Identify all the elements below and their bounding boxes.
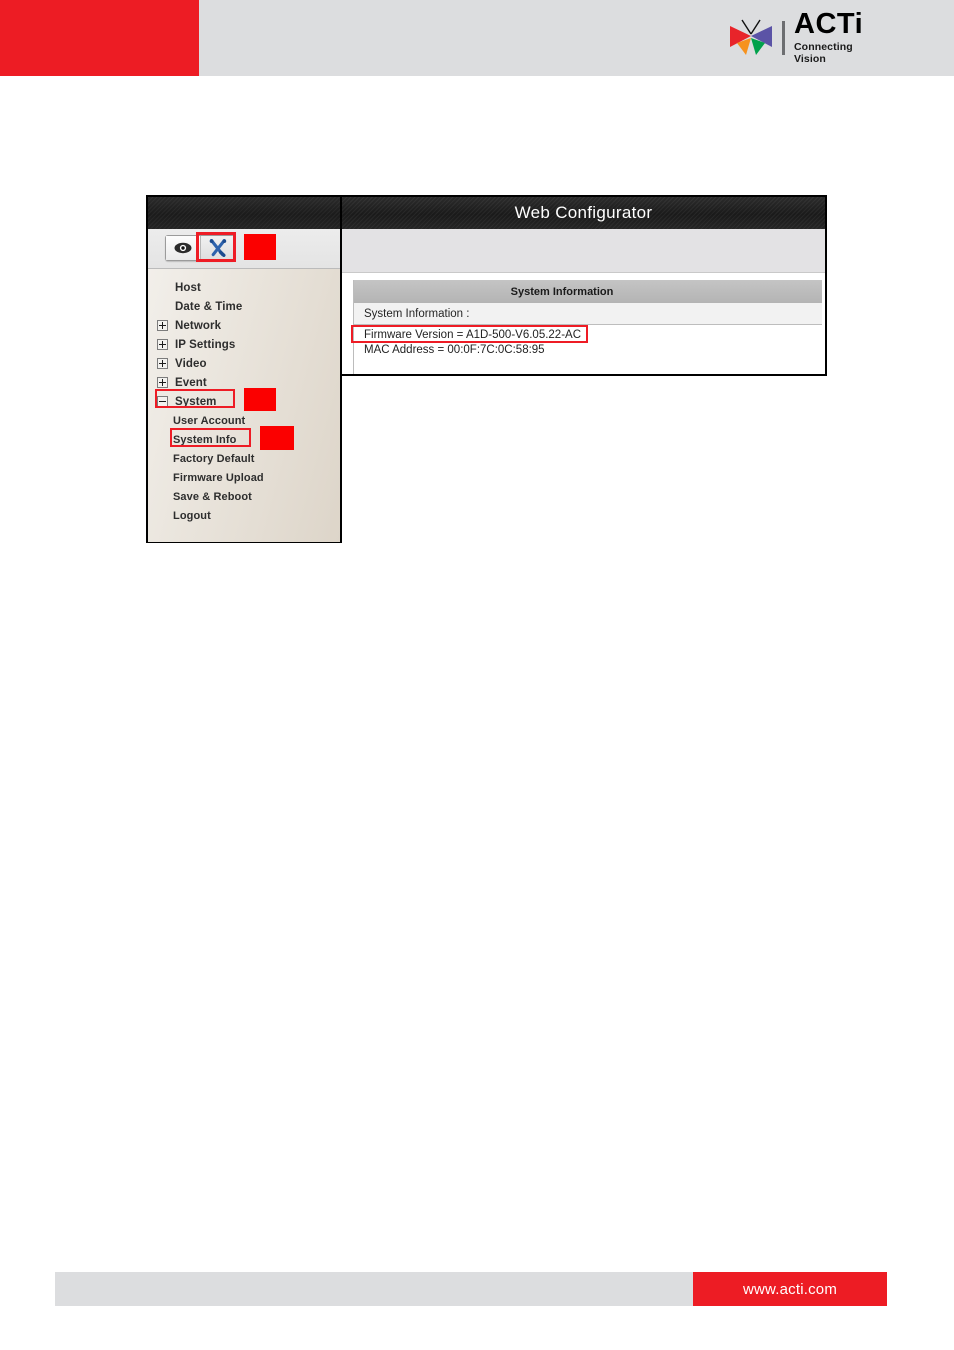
device-panel-toolbar — [148, 229, 340, 269]
collapse-minus-icon[interactable] — [157, 396, 168, 407]
content-panel-subbar — [342, 229, 825, 273]
device-navigation-panel: Host Date & Time Network IP Settings Vid… — [146, 195, 342, 543]
view-mode-button-group — [165, 235, 235, 261]
system-information-card: System Information System Information : … — [351, 280, 822, 374]
mac-address-value: MAC Address = 00:0F:7C:0C:58:95 — [364, 344, 545, 356]
expand-plus-icon[interactable] — [157, 377, 168, 388]
footer-url-text: www.acti.com — [742, 1280, 838, 1298]
menu-item-system-info[interactable]: System Info — [148, 430, 340, 449]
settings-menu-tree: Host Date & Time Network IP Settings Vid… — [148, 269, 340, 542]
card-header-title: System Information — [510, 285, 614, 298]
system-information-card-header: System Information — [354, 280, 822, 303]
menu-item-label: Date & Time — [175, 300, 243, 313]
expand-plus-icon[interactable] — [157, 320, 168, 331]
acti-brand-logo: ACTi Connecting Vision — [728, 8, 878, 65]
firmware-version-value: Firmware Version = A1D-500-V6.05.22-AC — [364, 329, 582, 341]
menu-item-label: Firmware Upload — [173, 471, 264, 484]
settings-button[interactable] — [200, 236, 234, 260]
menu-item-logout[interactable]: Logout — [148, 506, 340, 525]
annotation-marker-1 — [244, 234, 276, 260]
device-panel-titlebar — [148, 197, 340, 229]
menu-item-label: Factory Default — [173, 452, 255, 465]
web-configurator-screenshot: Host Date & Time Network IP Settings Vid… — [146, 195, 828, 544]
page-header: ACTi Connecting Vision — [0, 0, 954, 76]
menu-item-label: Video — [175, 357, 207, 370]
menu-item-ip-settings[interactable]: IP Settings — [148, 335, 340, 354]
content-panel-titlebar: Web Configurator — [342, 197, 825, 229]
menu-item-label: Event — [175, 376, 207, 389]
system-information-section-label: System Information : — [354, 303, 822, 325]
menu-item-video[interactable]: Video — [148, 354, 340, 373]
brand-name: ACTi — [794, 8, 864, 41]
menu-item-label: Network — [175, 319, 222, 332]
menu-item-label: Save & Reboot — [173, 490, 252, 503]
menu-item-factory-default[interactable]: Factory Default — [148, 449, 340, 468]
configurator-content-panel: Web Configurator System Information Syst… — [342, 195, 827, 376]
logo-wordmark: ACTi Connecting Vision — [794, 8, 878, 65]
live-view-button[interactable] — [166, 236, 200, 260]
acti-butterfly-logo-icon — [728, 17, 776, 59]
menu-item-label: Host — [175, 281, 201, 294]
footer-gray-bar — [55, 1272, 693, 1306]
logo-divider — [782, 21, 785, 55]
annotation-marker-2 — [244, 388, 276, 411]
menu-item-label: System Info — [173, 433, 237, 446]
footer-url-block[interactable]: www.acti.com — [693, 1272, 887, 1306]
header-red-banner — [0, 0, 199, 76]
expand-plus-icon[interactable] — [157, 339, 168, 350]
menu-item-date-time[interactable]: Date & Time — [148, 297, 340, 316]
menu-item-label: User Account — [173, 414, 246, 427]
menu-item-user-account[interactable]: User Account — [148, 411, 340, 430]
brand-tagline: Connecting Vision — [794, 40, 853, 65]
system-information-values: Firmware Version = A1D-500-V6.05.22-AC M… — [351, 325, 822, 358]
menu-item-firmware-upload[interactable]: Firmware Upload — [148, 468, 340, 487]
menu-item-network[interactable]: Network — [148, 316, 340, 335]
menu-item-label: System — [175, 395, 217, 408]
menu-item-label: IP Settings — [175, 338, 236, 351]
annotation-marker-3 — [260, 426, 294, 450]
expand-plus-icon[interactable] — [157, 358, 168, 369]
menu-item-host[interactable]: Host — [148, 278, 340, 297]
page-title: Web Configurator — [514, 203, 653, 222]
page-footer: www.acti.com — [55, 1272, 887, 1306]
menu-item-save-reboot[interactable]: Save & Reboot — [148, 487, 340, 506]
menu-item-label: Logout — [173, 509, 211, 522]
